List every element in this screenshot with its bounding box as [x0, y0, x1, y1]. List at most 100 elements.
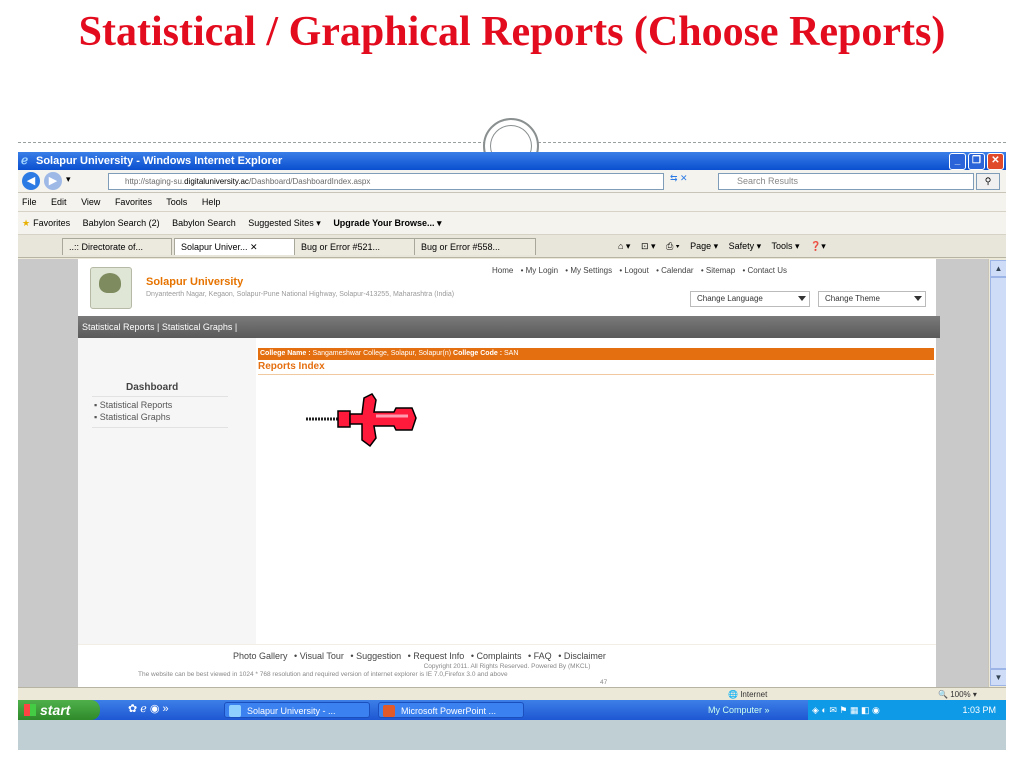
menu-view[interactable]: View	[81, 197, 100, 207]
copyright-text: Copyright 2011. All Rights Reserved. Pow…	[423, 663, 591, 670]
slide-bottom-band	[18, 720, 1006, 750]
university-logo[interactable]	[90, 267, 132, 309]
reports-content: College Name : Sangameshwar College, Sol…	[256, 338, 936, 687]
footer-links: Photo Gallery • Visual Tour • Suggestion…	[233, 651, 610, 661]
link-my-settings[interactable]: • My Settings	[565, 266, 612, 275]
my-computer-toolbar[interactable]: My Computer »	[708, 700, 770, 720]
fav-item-babylon-2[interactable]: Babylon Search (2)	[83, 218, 160, 228]
pushpin-icon	[306, 393, 417, 448]
link-calendar[interactable]: • Calendar	[656, 266, 694, 275]
address-input[interactable]: http://staging-su.digitaluniversity.ac/D…	[108, 173, 664, 190]
footer-link-request-info[interactable]: • Request Info	[408, 651, 465, 661]
university-address: Dnyanteerth Nagar, Kegaon, Solapur-Pune …	[146, 291, 455, 298]
slide-title: Statistical / Graphical Reports (Choose …	[78, 9, 946, 55]
tab-solapur-university[interactable]: Solapur Univer... ✕	[174, 238, 296, 255]
status-bar: 🌐 Internet 🔍 100% ▾	[18, 687, 1006, 700]
link-my-login[interactable]: • My Login	[521, 266, 558, 275]
powerpoint-icon	[383, 705, 395, 717]
windows-taskbar: start ✿ ℯ ◉ » Solapur University - ... M…	[18, 700, 1006, 720]
tab-bug-558[interactable]: Bug or Error #558...	[414, 238, 536, 255]
ie-icon	[229, 705, 241, 717]
site-header: Solapur University Dnyanteerth Nagar, Ke…	[78, 259, 936, 316]
window-title: Solapur University - Windows Internet Ex…	[36, 155, 283, 167]
windows-flag-icon	[24, 704, 36, 716]
footer-link-faq[interactable]: • FAQ	[528, 651, 552, 661]
chevron-down-icon	[914, 296, 922, 301]
menu-file[interactable]: File	[22, 197, 37, 207]
link-home[interactable]: Home	[492, 266, 513, 275]
close-button[interactable]: ✕	[987, 153, 1004, 170]
page-footer: Photo Gallery • Visual Tour • Suggestion…	[78, 644, 936, 687]
tray-icons[interactable]: ◈ ◐ ✉ ⚑ ▦ ◧ ◉	[812, 705, 880, 715]
divider	[92, 396, 228, 397]
tab-directorate[interactable]: ..:: Directorate of...	[62, 238, 172, 255]
help-icon[interactable]: ❓▾	[810, 241, 826, 251]
link-contact-us[interactable]: • Contact Us	[742, 266, 787, 275]
footer-link-disclaimer[interactable]: • Disclaimer	[558, 651, 606, 661]
chevron-down-icon	[798, 296, 806, 301]
refresh-stop-icons[interactable]: ⇆ ✕	[670, 173, 688, 184]
quick-launch-icons[interactable]: ✿ ℯ ◉ »	[128, 702, 169, 715]
system-tray: ◈ ◐ ✉ ⚑ ▦ ◧ ◉ 1:03 PM	[808, 700, 1006, 720]
favorites-star-icon[interactable]: ★	[22, 218, 30, 228]
taskbar-item-powerpoint[interactable]: Microsoft PowerPoint ...	[378, 702, 524, 718]
dashboard-sidebar: Dashboard ▪ Statistical Reports ▪ Statis…	[78, 338, 256, 687]
menu-tools[interactable]: Tools	[166, 197, 187, 207]
ie-logo-icon: ℯ	[21, 153, 29, 167]
tab-bar: ..:: Directorate of... Solapur Univer...…	[18, 235, 1006, 258]
fav-item-upgrade-browser[interactable]: Upgrade Your Browse... ▾	[333, 218, 441, 228]
vertical-scrollbar[interactable]: ▲ ▼	[988, 259, 1006, 687]
menu-help[interactable]: Help	[202, 197, 221, 207]
footer-link-complaints[interactable]: • Complaints	[471, 651, 522, 661]
menu-favorites[interactable]: Favorites	[115, 197, 152, 207]
fav-item-suggested-sites[interactable]: Suggested Sites ▾	[248, 218, 321, 228]
taskbar-item-ie[interactable]: Solapur University - ...	[224, 702, 370, 718]
browser-window: ℯ Solapur University - Windows Internet …	[18, 152, 1006, 700]
tools-menu[interactable]: Tools ▾	[772, 241, 800, 251]
zoom-level[interactable]: 🔍 100% ▾	[938, 688, 977, 700]
clock[interactable]: 1:03 PM	[962, 700, 996, 720]
search-input[interactable]: Search Results	[718, 173, 974, 190]
fav-item-babylon[interactable]: Babylon Search	[172, 218, 236, 228]
menu-edit[interactable]: Edit	[51, 197, 67, 207]
best-view-text: The website can be best viewed in 1024 *…	[138, 671, 508, 678]
home-icon[interactable]: ⌂ ▾	[618, 241, 630, 251]
link-logout[interactable]: • Logout	[619, 266, 649, 275]
sidebar-item-statistical-reports[interactable]: ▪ Statistical Reports	[94, 400, 172, 410]
minimize-button[interactable]: _	[949, 153, 966, 170]
menu-bar: File Edit View Favorites Tools Help	[18, 193, 1006, 212]
web-page: Solapur University Dnyanteerth Nagar, Ke…	[18, 259, 988, 687]
change-theme-select[interactable]: Change Theme	[818, 291, 926, 307]
university-name[interactable]: Solapur University	[146, 276, 243, 288]
security-zone[interactable]: 🌐 Internet	[728, 688, 767, 700]
sidebar-title: Dashboard	[126, 382, 179, 393]
tab-bug-521[interactable]: Bug or Error #521...	[294, 238, 416, 255]
history-dropdown-icon[interactable]: ▾	[66, 174, 71, 185]
maximize-button[interactable]: ❐	[968, 153, 985, 170]
visitor-counter: 47	[600, 679, 608, 686]
favorites-bar: ★ Favorites Babylon Search (2) Babylon Se…	[18, 212, 1006, 235]
back-icon[interactable]: ◀	[22, 172, 40, 190]
footer-link-suggestion[interactable]: • Suggestion	[350, 651, 401, 661]
favorites-button[interactable]: Favorites	[33, 218, 70, 228]
safety-menu[interactable]: Safety ▾	[729, 241, 762, 251]
print-icon[interactable]: ⎙ ▾	[666, 241, 679, 251]
start-button[interactable]: start	[18, 700, 100, 720]
address-row: ◀ ▶ ▾ http://staging-su.digitaluniversit…	[18, 170, 1006, 193]
forward-icon[interactable]: ▶	[44, 172, 62, 190]
college-info-bar: College Name : Sangameshwar College, Sol…	[258, 348, 934, 360]
search-icon[interactable]: ⚲	[976, 173, 1000, 190]
scroll-down-icon[interactable]: ▼	[990, 669, 1006, 686]
footer-link-visual-tour[interactable]: • Visual Tour	[294, 651, 344, 661]
scroll-thumb[interactable]	[990, 277, 1006, 669]
reports-index-title: Reports Index	[258, 361, 325, 372]
link-sitemap[interactable]: • Sitemap	[701, 266, 735, 275]
footer-link-photo-gallery[interactable]: Photo Gallery	[233, 651, 288, 661]
reports-nav-bar[interactable]: Statistical Reports | Statistical Graphs…	[78, 316, 940, 338]
page-menu[interactable]: Page ▾	[690, 241, 718, 251]
feeds-icon[interactable]: ⊡ ▾	[641, 241, 656, 251]
change-language-select[interactable]: Change Language	[690, 291, 810, 307]
sidebar-item-statistical-graphs[interactable]: ▪ Statistical Graphs	[94, 412, 170, 422]
scroll-up-icon[interactable]: ▲	[990, 260, 1006, 277]
top-links: Home • My Login • My Settings • Logout •…	[492, 266, 792, 275]
